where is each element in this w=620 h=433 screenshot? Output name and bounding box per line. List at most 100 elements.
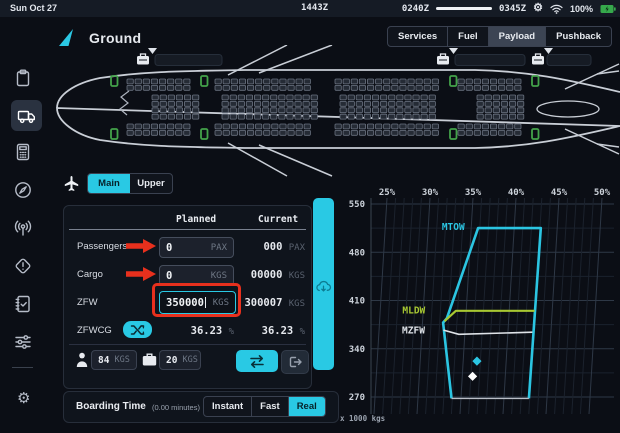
chart-unit-note: x 1000 kgs	[340, 414, 385, 423]
sidebar-item-hazard[interactable]	[9, 252, 36, 279]
ground-tab-bar: Services Fuel Payload Pushback	[387, 26, 612, 47]
annotation-arrow-passengers	[126, 239, 157, 253]
bag-weight-field[interactable]: 20 KGS	[159, 350, 201, 370]
export-icon	[287, 355, 303, 369]
time-slider[interactable]	[436, 7, 492, 10]
deck-selector: Main Upper	[64, 173, 173, 194]
dropdown-triangle-icon	[544, 48, 553, 54]
tab-payload[interactable]: Payload	[489, 27, 546, 46]
cloud-download-icon	[315, 280, 332, 294]
truck-icon	[16, 106, 37, 126]
annotation-arrow-cargo	[126, 267, 157, 281]
efb-app: Sun Oct 27 1443Z 0240Z 0345Z ⚙ 100% Grou…	[0, 0, 620, 433]
header-underline	[69, 229, 306, 230]
svg-text:340: 340	[349, 345, 365, 355]
passengers-current-value: 000 PAX	[263, 241, 305, 253]
annotation-highlight-zfw	[152, 283, 241, 317]
svg-text:MTOW: MTOW	[442, 222, 465, 233]
svg-text:40%: 40%	[508, 188, 525, 198]
sidebar-item-clipboard[interactable]	[9, 64, 36, 91]
hazard-diamond-icon	[13, 256, 33, 276]
boarding-panel: Boarding Time (0.00 minutes) Instant Fas…	[63, 391, 339, 423]
seat-map[interactable]	[45, 45, 620, 178]
zfwcg-current-value: 36.23 %	[262, 325, 305, 337]
deck-tab-upper[interactable]: Upper	[130, 174, 172, 193]
sidebar: ⚙	[0, 17, 45, 433]
shuffle-icon	[130, 324, 145, 336]
sidebar-item-calculator[interactable]	[9, 138, 36, 165]
sidebar-item-navigation[interactable]	[9, 176, 36, 203]
transfer-button[interactable]	[236, 350, 278, 372]
boarding-instant-button[interactable]: Instant	[204, 397, 252, 416]
svg-text:270: 270	[349, 393, 365, 403]
dropdown-triangle-icon	[449, 48, 458, 54]
cargo-load-bar	[155, 55, 222, 66]
transfer-arrows-icon	[248, 354, 266, 369]
passengers-planned-input[interactable]: 0 PAX	[159, 237, 234, 258]
radio-icon	[13, 218, 33, 238]
svg-text:480: 480	[349, 248, 365, 258]
passenger-icon	[76, 352, 88, 368]
logbook-icon	[13, 294, 33, 314]
boarding-time-sub: (0.00 minutes)	[152, 403, 200, 412]
svg-text:25%: 25%	[379, 188, 396, 198]
cargo-current-value: 00000 KGS	[251, 269, 305, 281]
dropdown-triangle-icon	[148, 48, 157, 54]
time-window-end: 0345Z	[499, 4, 526, 14]
svg-text:35%: 35%	[465, 188, 482, 198]
svg-text:MLDW: MLDW	[402, 306, 425, 317]
form-divider	[69, 344, 306, 345]
load-slider[interactable]	[313, 198, 334, 370]
pax-weight-field[interactable]: 84 KGS	[91, 350, 137, 370]
row-label-zfw: ZFW	[77, 297, 98, 308]
boarding-speed-group: Instant Fast Real	[203, 396, 326, 417]
zfwcg-planned-value: 36.23 %	[159, 325, 234, 337]
compass-icon	[13, 180, 33, 200]
status-date: Sun Oct 27	[10, 3, 57, 13]
boarding-fast-button[interactable]: Fast	[252, 397, 289, 416]
boarding-real-button[interactable]: Real	[289, 397, 325, 416]
svg-text:MZFW: MZFW	[402, 326, 425, 337]
battery-percent: 100%	[570, 4, 593, 14]
tab-pushback[interactable]: Pushback	[546, 27, 611, 46]
airplane-icon	[64, 176, 79, 192]
zfwcg-toggle-button[interactable]	[123, 321, 152, 338]
row-label-cargo: Cargo	[77, 269, 103, 280]
statusbar: Sun Oct 27 1443Z 0240Z 0345Z ⚙ 100%	[0, 0, 620, 17]
time-window-start: 0240Z	[402, 4, 429, 14]
briefcase-icon	[142, 353, 157, 366]
battery-icon	[600, 4, 616, 14]
cargo-load-bar	[455, 55, 525, 66]
cg-envelope-plot: 25% 30% 35% 40% 45% 50% 550 480 410 340 270 MTOW MLD…	[338, 178, 620, 432]
zfw-current-value: 300007 KGS	[244, 297, 305, 309]
export-button[interactable]	[281, 350, 309, 374]
cg-envelope-chart: 25% 30% 35% 40% 45% 50% 550 480 410 340 270 MTOW MLD…	[338, 178, 620, 432]
tab-fuel[interactable]: Fuel	[448, 27, 489, 46]
calculator-icon	[13, 142, 33, 162]
svg-text:45%: 45%	[551, 188, 568, 198]
svg-text:50%: 50%	[594, 188, 611, 198]
cargo-load-bar	[547, 55, 591, 66]
gear-icon[interactable]: ⚙	[17, 389, 30, 407]
sliders-icon	[13, 332, 33, 352]
wifi-icon	[550, 4, 563, 14]
row-label-zfwcg: ZFWCG	[77, 325, 112, 336]
tab-services[interactable]: Services	[388, 27, 448, 46]
status-utc-time: 1443Z	[301, 3, 328, 13]
sidebar-item-ground-services[interactable]	[11, 100, 42, 131]
row-label-passengers: Passengers	[77, 241, 127, 252]
clipboard-icon	[13, 68, 33, 88]
boarding-time-label: Boarding Time	[76, 401, 146, 412]
sidebar-divider	[12, 367, 33, 368]
gear-icon[interactable]: ⚙	[533, 3, 543, 14]
deck-tab-main[interactable]: Main	[88, 174, 130, 193]
page-title: Ground	[89, 30, 141, 46]
column-header-planned: Planned	[176, 214, 216, 225]
sidebar-item-logbook[interactable]	[9, 290, 36, 317]
sidebar-item-settings-sliders[interactable]	[9, 328, 36, 355]
svg-text:30%: 30%	[422, 188, 439, 198]
sidebar-item-radio[interactable]	[9, 214, 36, 241]
column-header-current: Current	[258, 214, 298, 225]
svg-text:410: 410	[349, 297, 365, 307]
svg-text:550: 550	[349, 200, 365, 210]
